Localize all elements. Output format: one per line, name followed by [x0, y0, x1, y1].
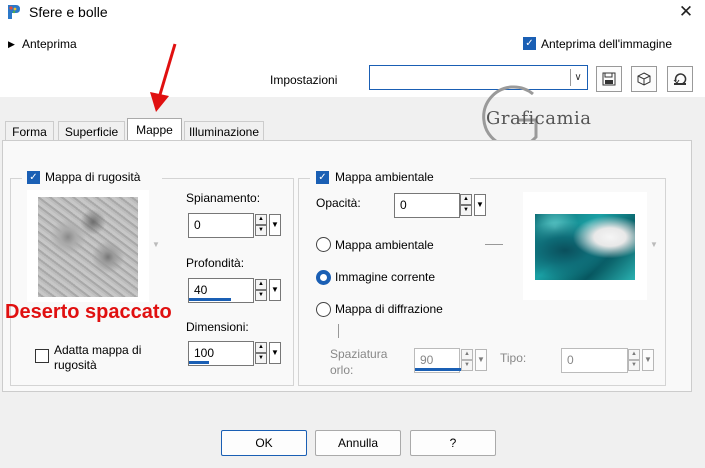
preview-toggle-label[interactable]: Anteprima	[22, 37, 77, 51]
annotation-text: Deserto spaccato	[5, 301, 172, 323]
type-dropdown[interactable]: ▼	[642, 349, 654, 371]
save-preset-button[interactable]	[596, 66, 622, 92]
smoothing-label: Spianamento:	[186, 191, 261, 205]
bump-map-thumbnail[interactable]	[38, 197, 138, 297]
window-title: Sfere e bolle	[29, 4, 108, 20]
help-button[interactable]: ?	[410, 430, 496, 456]
save-icon	[602, 72, 616, 86]
depth-spinner[interactable]: ▲ ▼	[255, 279, 267, 301]
smoothing-field[interactable]: 0	[188, 213, 254, 238]
radio-env-map-label: Mappa ambientale	[335, 238, 434, 252]
bump-map-checkbox[interactable]: ✓	[27, 171, 40, 184]
tab-superficie[interactable]: Superficie	[58, 121, 125, 141]
radio-current-image-label: Immagine corrente	[335, 270, 436, 284]
resource-manager-button[interactable]	[631, 66, 657, 92]
env-map-checkbox[interactable]: ✓	[316, 171, 329, 184]
radio-diffraction-label: Mappa di diffrazione	[335, 302, 443, 316]
reset-icon	[673, 73, 687, 85]
radio-current-image[interactable]	[316, 270, 331, 285]
depth-dropdown[interactable]: ▼	[269, 279, 281, 301]
type-label: Tipo:	[500, 351, 527, 365]
env-map-thumbnail[interactable]	[535, 214, 635, 280]
connector-line	[485, 244, 503, 245]
fit-label-line1: Adatta mappa di	[54, 343, 142, 357]
spacing-dropdown[interactable]: ▼	[475, 349, 487, 371]
radio-diffraction-map[interactable]	[316, 302, 331, 317]
size-spinner[interactable]: ▲ ▼	[255, 342, 267, 364]
depth-level-bar	[189, 298, 231, 301]
edge-spacing-label: Spaziatura orlo:	[330, 346, 387, 378]
depth-label: Profondità:	[186, 256, 245, 270]
opacity-field[interactable]: 0	[394, 193, 460, 218]
cancel-button[interactable]: Annulla	[315, 430, 401, 456]
size-label: Dimensioni:	[186, 320, 249, 334]
watermark-text: Graficamia	[486, 108, 592, 129]
tab-illuminazione[interactable]: Illuminazione	[184, 121, 264, 141]
opacity-dropdown[interactable]: ▼	[474, 194, 486, 216]
opacity-label: Opacità:	[316, 196, 361, 210]
bump-map-label: Mappa di rugosità	[45, 170, 141, 184]
type-field[interactable]: 0	[561, 348, 628, 373]
cube-icon	[637, 72, 651, 86]
spacing-value: 90	[420, 353, 434, 367]
fit-bump-map-label: Adatta mappa di rugosità	[54, 343, 141, 373]
env-thumb-dropdown-icon[interactable]: ▼	[650, 240, 658, 249]
app-icon	[8, 5, 20, 19]
size-value: 100	[194, 346, 215, 360]
smoothing-value: 0	[194, 218, 201, 232]
image-preview-checkbox[interactable]: ✓	[523, 37, 536, 50]
size-field[interactable]: 100	[188, 341, 254, 366]
edge-spacing-field[interactable]: 90	[414, 348, 461, 373]
size-level-bar	[189, 361, 209, 364]
radio-env-map[interactable]	[316, 237, 331, 252]
fit-bump-map-checkbox[interactable]	[35, 349, 49, 363]
type-value: 0	[567, 353, 574, 367]
opacity-spinner[interactable]: ▲ ▼	[460, 194, 472, 216]
spacing-label-line1: Spaziatura	[330, 347, 388, 361]
annotation-arrow-icon	[150, 43, 177, 112]
fit-label-line2: rugosità	[54, 358, 97, 372]
spacing-label-line2: orlo:	[330, 363, 354, 377]
depth-value: 40	[194, 283, 208, 297]
close-button[interactable]: ✕	[674, 0, 698, 24]
smoothing-dropdown[interactable]: ▼	[269, 214, 281, 236]
tab-mappe[interactable]: Mappe	[127, 118, 182, 141]
tab-forma[interactable]: Forma	[5, 121, 54, 141]
bump-thumb-dropdown-icon[interactable]: ▼	[152, 240, 160, 249]
settings-label: Impostazioni	[270, 73, 338, 87]
spacing-level-bar	[415, 368, 461, 371]
depth-field[interactable]: 40	[188, 278, 254, 303]
type-spinner[interactable]: ▲ ▼	[628, 349, 640, 371]
expand-preview-icon[interactable]: ▶	[8, 38, 15, 50]
spacing-spinner[interactable]: ▲ ▼	[461, 349, 473, 371]
opacity-value: 0	[400, 198, 407, 212]
ok-button[interactable]: OK	[221, 430, 307, 456]
reset-button[interactable]	[667, 66, 693, 92]
smoothing-spinner[interactable]: ▲ ▼	[255, 214, 267, 236]
size-dropdown[interactable]: ▼	[269, 342, 281, 364]
connector-line-vertical	[338, 324, 339, 338]
image-preview-label: Anteprima dell'immagine	[541, 37, 673, 51]
chevron-down-icon: ∨	[570, 69, 585, 86]
env-map-label: Mappa ambientale	[335, 170, 434, 184]
